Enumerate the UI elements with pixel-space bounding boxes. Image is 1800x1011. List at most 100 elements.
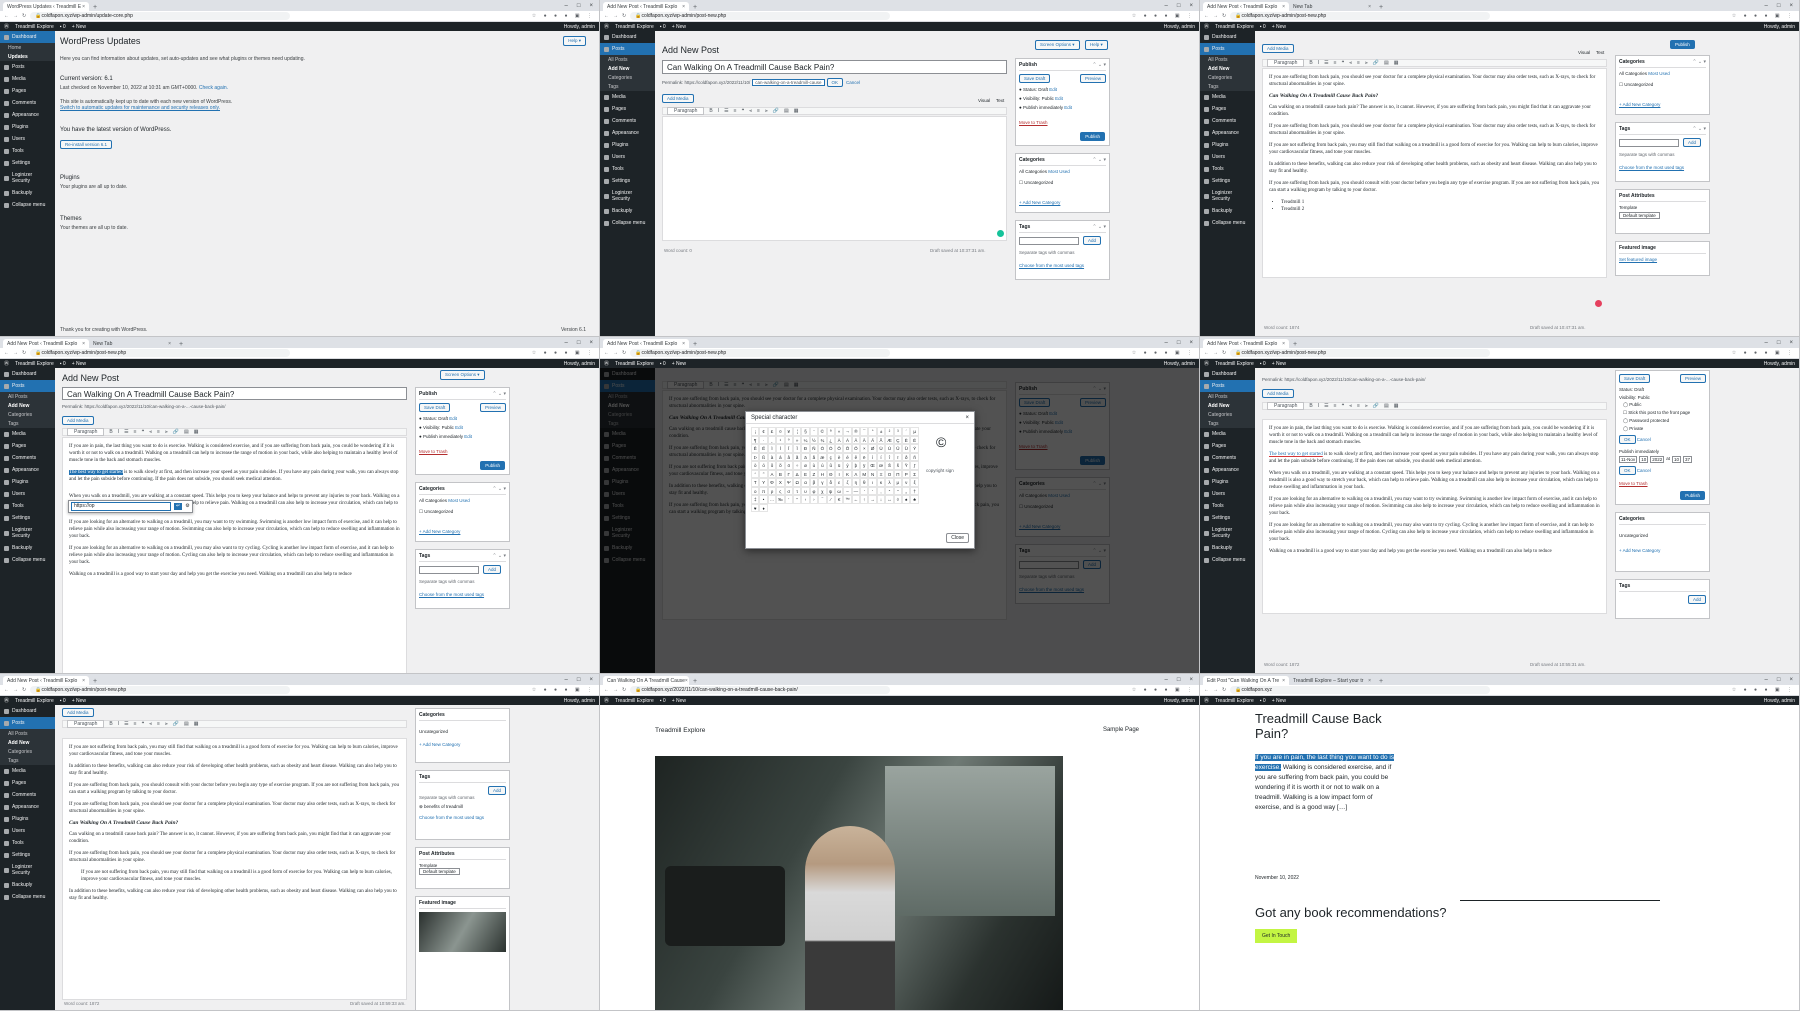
extension-icons[interactable]: ☆ ● ● ● ▣ ⋮ bbox=[1732, 13, 1795, 19]
slug-input[interactable]: can-walking-on-a-treadmill-cause bbox=[752, 79, 825, 86]
close-window-icon[interactable]: × bbox=[1789, 3, 1793, 9]
reinstall-button[interactable]: Re-install version 6.1 bbox=[60, 140, 113, 149]
character-cell[interactable]: ± bbox=[876, 427, 886, 436]
number-list-icon[interactable]: ≡ bbox=[1334, 403, 1337, 409]
close-icon[interactable]: × bbox=[168, 341, 171, 347]
post-title-input[interactable]: Can Walking On A Treadmill Cause Back Pa… bbox=[62, 387, 407, 400]
set-featured-image-link[interactable]: Set featured image bbox=[1619, 257, 1706, 262]
character-cell[interactable]: © bbox=[818, 427, 827, 436]
character-cell[interactable]: ä bbox=[801, 452, 810, 461]
forward-icon[interactable]: → bbox=[613, 13, 618, 19]
character-cell[interactable]: Σ bbox=[910, 469, 919, 478]
sidebar-item-pages[interactable]: Pages bbox=[0, 440, 55, 452]
character-cell[interactable]: ˜ bbox=[759, 469, 768, 478]
character-cell[interactable]: Ó bbox=[826, 444, 835, 453]
character-cell[interactable]: ô bbox=[767, 461, 777, 470]
bullet-list-icon[interactable]: ☰ bbox=[724, 108, 728, 114]
character-cell[interactable]: · bbox=[759, 435, 768, 444]
character-cell[interactable]: – bbox=[843, 486, 852, 495]
choose-tags-link[interactable]: Choose from the most used tags bbox=[419, 815, 506, 820]
url-input[interactable]: 🔒 coldfapon.xyz/wp-admin/update-core.php bbox=[30, 12, 291, 20]
sidebar-item-collapse-menu[interactable]: Collapse menu bbox=[0, 554, 55, 566]
grammarly-icon[interactable] bbox=[997, 230, 1004, 237]
sidebar-item-tools[interactable]: Tools bbox=[600, 163, 655, 175]
sidebar-item-backuply[interactable]: Backuply bbox=[1200, 205, 1255, 217]
sidebar-item-loginizer-security[interactable]: Loginizer Security bbox=[0, 524, 55, 542]
browser-tab[interactable]: Add New Post ‹ Treadmill Explo × bbox=[3, 339, 89, 348]
character-cell[interactable]: ë bbox=[860, 452, 869, 461]
character-cell[interactable]: í bbox=[876, 452, 886, 461]
character-cell[interactable]: Χ bbox=[776, 478, 785, 487]
character-cell[interactable]: ÷ bbox=[792, 461, 802, 470]
close-window-icon[interactable]: × bbox=[589, 3, 593, 9]
character-cell[interactable]: Ü bbox=[902, 444, 911, 453]
character-cell[interactable]: û bbox=[826, 461, 835, 470]
align-center-icon[interactable]: ≡ bbox=[1357, 60, 1360, 66]
sidebar-sub-all-posts[interactable]: All Posts bbox=[600, 55, 655, 64]
browser-tab[interactable]: Edit Post "Can Walking On A Tre × bbox=[1203, 676, 1289, 685]
category-uncategorized[interactable]: ☐ Uncategorized bbox=[419, 509, 506, 515]
url-input[interactable]: 🔒 coldfapon.xyz/wp-admin/post-new.php bbox=[30, 349, 291, 357]
read-more-icon[interactable]: ▤ bbox=[1384, 403, 1389, 409]
character-cell[interactable]: ς bbox=[776, 486, 785, 495]
wordpress-logo-icon[interactable]: Ⓦ bbox=[1204, 360, 1209, 367]
browser-tab[interactable]: New Tab × bbox=[89, 339, 175, 348]
character-cell[interactable]: Ê bbox=[751, 444, 760, 453]
forward-icon[interactable]: → bbox=[13, 350, 18, 356]
category-uncategorized[interactable]: Uncategorized bbox=[1619, 533, 1706, 538]
sidebar-item-backuply[interactable]: Backuply bbox=[600, 205, 655, 217]
sidebar-item-comments[interactable]: Comments bbox=[1200, 452, 1255, 464]
extension-icons[interactable]: ☆ ● ● ● ▣ ⋮ bbox=[1132, 13, 1195, 19]
character-cell[interactable]: á bbox=[776, 452, 785, 461]
sidebar-item-media[interactable]: Media bbox=[600, 91, 655, 103]
url-input[interactable]: 🔒 coldfapon.xyz/2022/11/10/can-walking-o… bbox=[630, 686, 891, 694]
sidebar-item-media[interactable]: Media bbox=[0, 73, 55, 85]
help-button[interactable]: Help ▾ bbox=[1085, 40, 1108, 50]
format-select[interactable]: Paragraph bbox=[67, 428, 105, 436]
browser-tab[interactable]: Add New Post ‹ Treadmill Explo × bbox=[1203, 2, 1289, 11]
character-cell[interactable]: ¤ bbox=[776, 427, 785, 436]
radio-public[interactable]: ◯ Public bbox=[1619, 402, 1706, 408]
comments-icon[interactable]: ▪ 0 bbox=[1260, 24, 1266, 30]
character-cell[interactable]: ◊ bbox=[893, 495, 903, 504]
character-cell[interactable]: à bbox=[767, 452, 777, 461]
sidebar-item-plugins[interactable]: Plugins bbox=[0, 476, 55, 488]
sidebar-item-media[interactable]: Media bbox=[1200, 91, 1255, 103]
close-icon[interactable]: × bbox=[1282, 4, 1285, 10]
sidebar-item-pages[interactable]: Pages bbox=[600, 103, 655, 115]
character-cell[interactable]: î bbox=[885, 452, 894, 461]
sidebar-item-pages[interactable]: Pages bbox=[0, 777, 55, 789]
forward-icon[interactable]: → bbox=[13, 687, 18, 693]
character-cell[interactable]: Α bbox=[767, 469, 777, 478]
character-cell[interactable]: Β bbox=[776, 469, 785, 478]
character-cell[interactable]: õ bbox=[776, 461, 785, 470]
close-icon[interactable]: × bbox=[1282, 678, 1285, 684]
preview-button[interactable]: Preview bbox=[1679, 374, 1706, 383]
sidebar-item-posts[interactable]: Posts bbox=[0, 717, 55, 729]
character-cell[interactable]: Μ bbox=[860, 469, 869, 478]
sidebar-item-tools[interactable]: Tools bbox=[0, 500, 55, 512]
choose-tags-link[interactable]: Choose from the most used tags bbox=[1019, 263, 1106, 268]
character-cell[interactable]: Η bbox=[818, 469, 827, 478]
post-editor[interactable]: If you are suffering from back pain, you… bbox=[1262, 68, 1607, 278]
save-draft-button[interactable]: Save Draft bbox=[419, 403, 451, 412]
align-left-icon[interactable]: ⫷ bbox=[1349, 60, 1352, 66]
character-cell[interactable]: » bbox=[792, 435, 802, 444]
sidebar-item-tools[interactable]: Tools bbox=[0, 145, 55, 157]
character-cell[interactable]: ´ bbox=[902, 427, 911, 436]
apply-link-icon[interactable]: ↵ bbox=[174, 503, 183, 510]
admin-bar-new[interactable]: + New bbox=[72, 24, 86, 30]
character-cell[interactable]: Š bbox=[885, 461, 894, 470]
collapse-icon[interactable]: ⌃ ⌄ ▾ bbox=[1092, 157, 1106, 163]
number-list-icon[interactable]: ≡ bbox=[134, 721, 137, 727]
character-cell[interactable]: Ú bbox=[885, 444, 894, 453]
bullet-list-icon[interactable]: ☰ bbox=[124, 429, 128, 435]
close-window-icon[interactable]: × bbox=[1189, 340, 1193, 346]
wordpress-logo-icon[interactable]: Ⓦ bbox=[4, 360, 9, 367]
character-cell[interactable]: Ô bbox=[834, 444, 844, 453]
character-cell[interactable]: Ý bbox=[910, 444, 919, 453]
quote-icon[interactable]: ❝ bbox=[142, 721, 145, 727]
add-category-link[interactable]: + Add New Category bbox=[1019, 200, 1106, 205]
close-button[interactable]: Close bbox=[946, 533, 969, 543]
character-cell[interactable]: ε bbox=[834, 478, 844, 487]
